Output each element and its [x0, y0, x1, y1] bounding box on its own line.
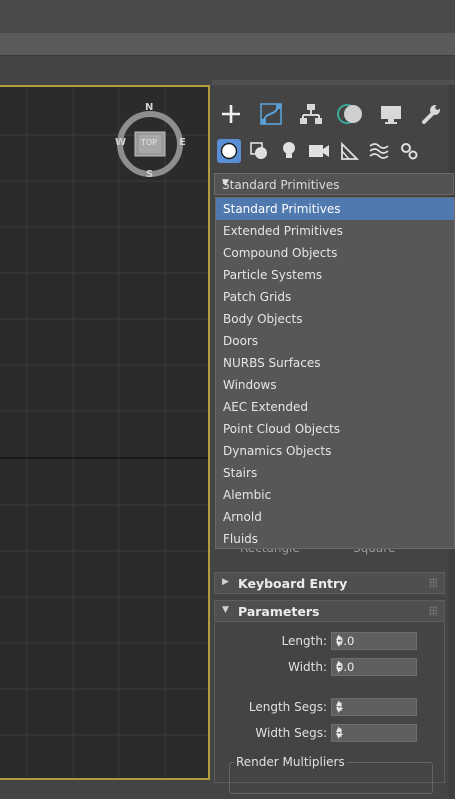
width-spinner[interactable]: 0.0 ▲ ▼ — [331, 658, 417, 676]
spinner-arrows-icon[interactable]: ▲ ▼ — [336, 660, 412, 674]
utilities-tab[interactable] — [415, 100, 447, 128]
spinner-arrows-icon[interactable]: ▲ ▼ — [336, 634, 412, 648]
top-viewport[interactable]: TOP N S E W — [0, 85, 210, 780]
hierarchy-icon — [300, 104, 322, 124]
camera-icon — [309, 145, 329, 157]
parameters-title: Parameters — [238, 604, 320, 619]
spinner-arrows-icon[interactable]: ▲ ▼ — [336, 726, 412, 740]
motion-tab[interactable] — [335, 100, 367, 128]
space-warps-button[interactable] — [367, 139, 391, 163]
width-label: Width: — [288, 660, 327, 674]
dropdown-option[interactable]: Windows — [216, 374, 454, 396]
dropdown-option[interactable]: AEC Extended — [216, 396, 454, 418]
viewcube-face-label[interactable]: TOP — [141, 138, 157, 147]
dropdown-option[interactable]: Doors — [216, 330, 454, 352]
dropdown-option[interactable]: Standard Primitives — [216, 198, 454, 220]
display-tab[interactable] — [375, 100, 407, 128]
systems-button[interactable] — [397, 139, 421, 163]
dropdown-option[interactable]: Patch Grids — [216, 286, 454, 308]
helpers-button[interactable] — [337, 139, 361, 163]
render-multipliers-label: Render Multipliers — [234, 755, 347, 769]
toolbar-band — [0, 56, 455, 76]
dropdown-option[interactable]: Stairs — [216, 462, 454, 484]
length-segs-spinner[interactable]: 4 ▲ ▼ — [331, 698, 417, 716]
dropdown-option[interactable]: Fluids — [216, 528, 454, 550]
motion-circle-icon — [337, 104, 362, 124]
modify-curve-icon — [260, 103, 282, 125]
sphere-icon — [220, 142, 238, 160]
grip-icon — [429, 578, 437, 588]
hierarchy-tab[interactable] — [295, 100, 327, 128]
parameters-rollout[interactable]: ▼ Parameters — [214, 600, 445, 622]
dropdown-option[interactable]: NURBS Surfaces — [216, 352, 454, 374]
spinner-arrows-icon[interactable]: ▲ ▼ — [336, 700, 412, 714]
shapes-button[interactable] — [247, 139, 271, 163]
object-category-select[interactable]: Standard Primitives ▼ — [214, 173, 454, 195]
dropdown-option[interactable]: Particle Systems — [216, 264, 454, 286]
width-segs-label: Width Segs: — [255, 726, 327, 740]
grip-icon — [429, 606, 437, 616]
viewport-grid — [0, 87, 208, 778]
light-bulb-icon — [283, 142, 295, 158]
plus-icon — [222, 105, 240, 123]
dropdown-option[interactable]: Alembic — [216, 484, 454, 506]
keyboard-entry-title: Keyboard Entry — [238, 576, 348, 591]
dropdown-option[interactable]: Extended Primitives — [216, 220, 454, 242]
chevron-down-icon: ▼ — [222, 178, 229, 188]
command-panel-header — [212, 80, 455, 85]
expand-arrow-icon: ▶ — [222, 577, 229, 587]
keyboard-entry-rollout[interactable]: ▶ Keyboard Entry — [214, 572, 445, 594]
menu-bar — [0, 33, 455, 56]
wrench-icon — [422, 105, 440, 124]
tape-measure-icon — [341, 141, 359, 160]
cameras-button[interactable] — [307, 139, 331, 163]
compass-west: W — [115, 137, 127, 148]
dropdown-option[interactable]: Arnold — [216, 506, 454, 528]
dropdown-option[interactable]: Compound Objects — [216, 242, 454, 264]
viewcube[interactable]: TOP N S E W — [115, 102, 187, 182]
title-band — [0, 0, 455, 33]
compass-east: E — [179, 137, 186, 148]
compass-north: N — [145, 102, 154, 113]
width-segs-spinner[interactable]: 4 ▲ ▼ — [331, 724, 417, 742]
compass-south: S — [146, 169, 154, 180]
length-spinner[interactable]: 0.0 ▲ ▼ — [331, 632, 417, 650]
collapse-arrow-icon: ▼ — [222, 605, 229, 615]
wave-icon — [369, 143, 389, 159]
object-category-dropdown[interactable]: Standard Primitives Extended Primitives … — [215, 197, 455, 549]
length-label: Length: — [281, 634, 327, 648]
create-tab[interactable] — [215, 100, 247, 128]
modify-tab[interactable] — [255, 100, 287, 128]
dropdown-option[interactable]: Body Objects — [216, 308, 454, 330]
dropdown-option[interactable]: Dynamics Objects — [216, 440, 454, 462]
lights-button[interactable] — [277, 139, 301, 163]
monitor-icon — [381, 106, 401, 124]
gears-icon — [401, 143, 418, 160]
dropdown-option[interactable]: Point Cloud Objects — [216, 418, 454, 440]
geometry-button[interactable] — [217, 139, 241, 163]
shapes-icon — [250, 142, 267, 159]
length-segs-label: Length Segs: — [248, 700, 327, 714]
